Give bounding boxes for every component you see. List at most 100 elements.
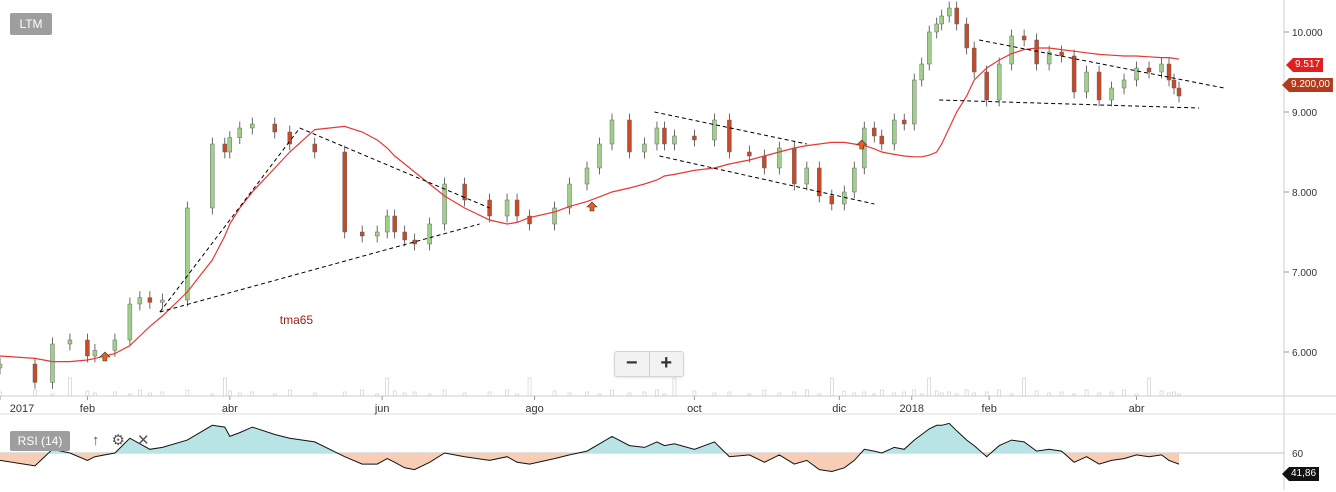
volume-bar (792, 391, 797, 397)
candle-up (946, 7, 952, 17)
volume-bar (1134, 393, 1139, 397)
volume-bar (747, 393, 752, 397)
buy-signal-arrow-icon (99, 351, 111, 362)
candle-down (1071, 55, 1077, 93)
ma65-label: tma65 (280, 313, 314, 327)
volume-bar (829, 377, 834, 397)
candle-down (627, 119, 632, 153)
candle-up (567, 183, 572, 209)
volume-bar (1009, 393, 1014, 397)
price-tick-label: 10.000 (1292, 28, 1323, 39)
candle-up (852, 167, 857, 193)
candle-up (127, 303, 133, 341)
candle-up (654, 127, 660, 145)
candle-up (112, 339, 118, 351)
volume-bar (342, 391, 347, 397)
volume-bar (919, 393, 924, 397)
volume-bar (1022, 377, 1026, 397)
candle-down (359, 231, 365, 237)
candle-up (0, 363, 3, 369)
volume-bar (487, 391, 492, 397)
volume-bar (817, 393, 822, 397)
candle-up (892, 119, 897, 145)
candle-down (1166, 63, 1172, 81)
volume-bar (964, 389, 969, 397)
candle-down (747, 151, 752, 157)
volume-bar (954, 393, 959, 397)
volume-bar (1122, 389, 1126, 397)
volume-bar (385, 377, 389, 397)
candle-up (1109, 87, 1114, 101)
volume-bar (185, 389, 190, 397)
candle-up (939, 15, 944, 25)
volume-bar (902, 391, 907, 397)
volume-bar (1147, 377, 1151, 397)
price-chart[interactable]: 10.000 9.000 8.000 7.000 6.000 2017 feb abr jun a… (0, 0, 1336, 492)
candle-up (442, 183, 447, 225)
trendline (659, 155, 875, 205)
volume-bar (375, 393, 379, 397)
volume-bar (0, 391, 2, 397)
time-tick-label: 2017 (10, 403, 34, 415)
volume-bar (272, 393, 277, 397)
volume-bar (1177, 393, 1181, 397)
candle-down (1171, 79, 1177, 89)
candle-down (762, 155, 767, 169)
volume-bar (642, 391, 647, 397)
candle-down (872, 127, 877, 137)
candle-up (227, 137, 233, 153)
price-tick-label: 8.000 (1292, 188, 1317, 199)
time-tick-label: abr (1129, 403, 1145, 415)
time-tick-label: feb (80, 403, 95, 415)
volume-bar (287, 389, 292, 397)
candle-up (934, 23, 939, 33)
candle-up (427, 223, 432, 245)
close-icon[interactable]: ✕ (137, 430, 150, 452)
candle-up (137, 297, 143, 305)
candle-up (504, 199, 510, 217)
candle-up (1084, 71, 1089, 93)
candle-down (514, 199, 520, 217)
zoom-out-button[interactable]: − (615, 352, 650, 376)
volume-bar (527, 377, 532, 397)
volume-bar (250, 391, 255, 397)
candle-up (67, 339, 73, 345)
move-up-icon[interactable]: ↑ (92, 430, 100, 452)
candle-down (971, 47, 977, 73)
rsi-badge[interactable]: RSI (14) (10, 431, 70, 451)
candle-down (1146, 67, 1152, 73)
gear-icon[interactable]: ⚙ (112, 430, 125, 452)
rsi-overbought-fill (0, 423, 1179, 453)
volume-bar (997, 389, 1001, 397)
candle-up (1121, 79, 1127, 89)
candle-up (712, 119, 717, 141)
volume-bar (762, 389, 767, 397)
candle-up (584, 167, 590, 185)
candle-up (912, 79, 917, 125)
candle-up (374, 231, 380, 237)
zoom-in-button[interactable]: + (650, 352, 684, 376)
trendline (939, 99, 1200, 109)
time-tick-label: 2018 (899, 403, 923, 415)
price-tick-label: 6.000 (1292, 348, 1317, 359)
volume-bar (392, 390, 397, 397)
candle-down (312, 143, 317, 153)
candle-up (50, 343, 55, 383)
volume-bar (879, 389, 884, 397)
candle-down (1034, 39, 1039, 65)
candle-down (402, 231, 407, 241)
candle-up (384, 215, 390, 233)
volume-bar (1034, 390, 1039, 397)
candle-up (1134, 67, 1139, 81)
candle-up (609, 119, 615, 145)
time-tick-label: dic (832, 403, 847, 415)
candle-down (222, 143, 228, 153)
reference-price-tag: 9.200,00 (1282, 78, 1333, 92)
volume-bar (442, 389, 447, 397)
volume-bar (138, 389, 142, 397)
time-tick-label: feb (982, 403, 997, 415)
candle-up (927, 31, 932, 65)
zoom-control: − + (614, 351, 684, 377)
ticker-badge[interactable]: LTM (10, 13, 52, 35)
volume-bar (862, 391, 867, 397)
